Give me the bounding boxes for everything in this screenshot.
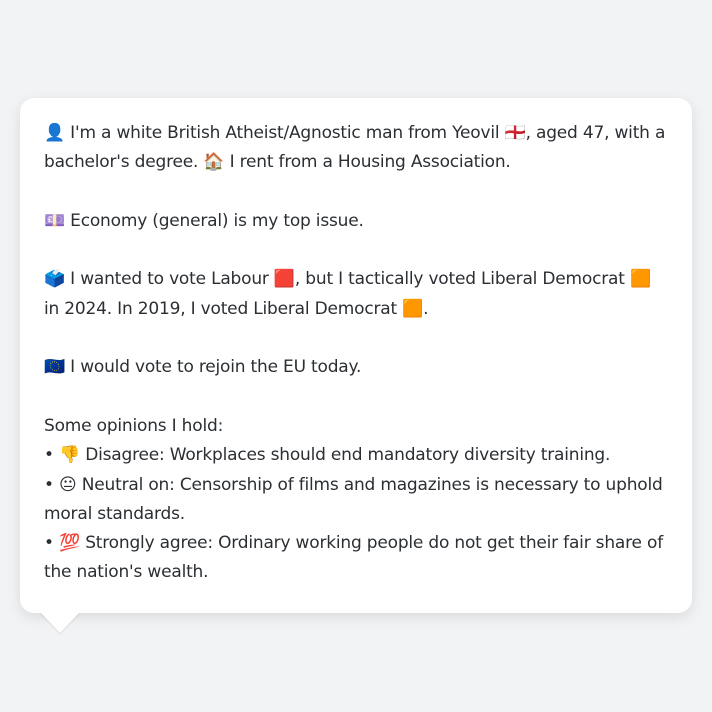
top-issue-text: Economy (general) is my top issue. — [64, 210, 364, 231]
opinion-item: • 👎 Disagree: Workplaces should end mand… — [44, 441, 668, 470]
opinion-item: • 😐 Neutral on: Censorship of films and … — [44, 471, 668, 530]
england-flag-icon: 🏴󠁧󠁢󠁥󠁮󠁧󠁿 — [504, 123, 526, 143]
vote-text-end: . — [423, 298, 429, 319]
neutral-face-icon: 😐 — [59, 474, 77, 495]
opinion-text: Disagree: Workplaces should end mandator… — [80, 445, 611, 466]
identity-text: I'm a white British Atheist/Agnostic man… — [64, 123, 505, 143]
house-icon: 🏠 — [203, 152, 225, 173]
pound-banknote-icon: 💷 — [44, 210, 65, 231]
vote-paragraph: 🗳️ I wanted to vote Labour 🟥, but I tact… — [44, 265, 668, 324]
bullet: • — [44, 474, 60, 495]
red-square-icon: 🟥 — [273, 269, 295, 290]
thumbs-down-icon: 👎 — [59, 445, 80, 466]
vote-text-2019: in 2024. In 2019, I voted Liberal Democr… — [44, 298, 403, 319]
bullet: • — [44, 533, 60, 554]
identity-paragraph: 👤 I'm a white British Atheist/Agnostic m… — [44, 119, 668, 178]
speech-bubble: 👤 I'm a white British Atheist/Agnostic m… — [20, 98, 692, 613]
top-issue-paragraph: 💷 Economy (general) is my top issue. — [44, 207, 668, 236]
opinions-heading: Some opinions I hold: — [44, 415, 224, 436]
vote-text: I wanted to vote Labour — [64, 269, 274, 290]
person-icon: 👤 — [44, 123, 65, 143]
opinion-item: • 💯 Strongly agree: Ordinary working peo… — [44, 529, 668, 588]
orange-square-icon: 🟧 — [402, 298, 424, 319]
eu-text: I would vote to rejoin the EU today. — [64, 357, 362, 378]
opinion-text: Strongly agree: Ordinary working people … — [44, 533, 663, 583]
bullet: • — [44, 445, 60, 466]
eu-flag-icon: 🇪🇺 — [44, 357, 65, 378]
vote-text-tactical: , but I tactically voted Liberal Democra… — [294, 269, 630, 290]
orange-square-icon: 🟧 — [629, 269, 651, 290]
speech-bubble-tail — [40, 612, 80, 633]
opinion-text: Neutral on: Censorship of films and maga… — [44, 474, 663, 524]
housing-text: I rent from a Housing Association. — [224, 152, 511, 173]
ballot-box-icon: 🗳️ — [44, 269, 65, 290]
hundred-points-icon: 💯 — [59, 533, 80, 554]
eu-paragraph: 🇪🇺 I would vote to rejoin the EU today. — [44, 353, 668, 382]
